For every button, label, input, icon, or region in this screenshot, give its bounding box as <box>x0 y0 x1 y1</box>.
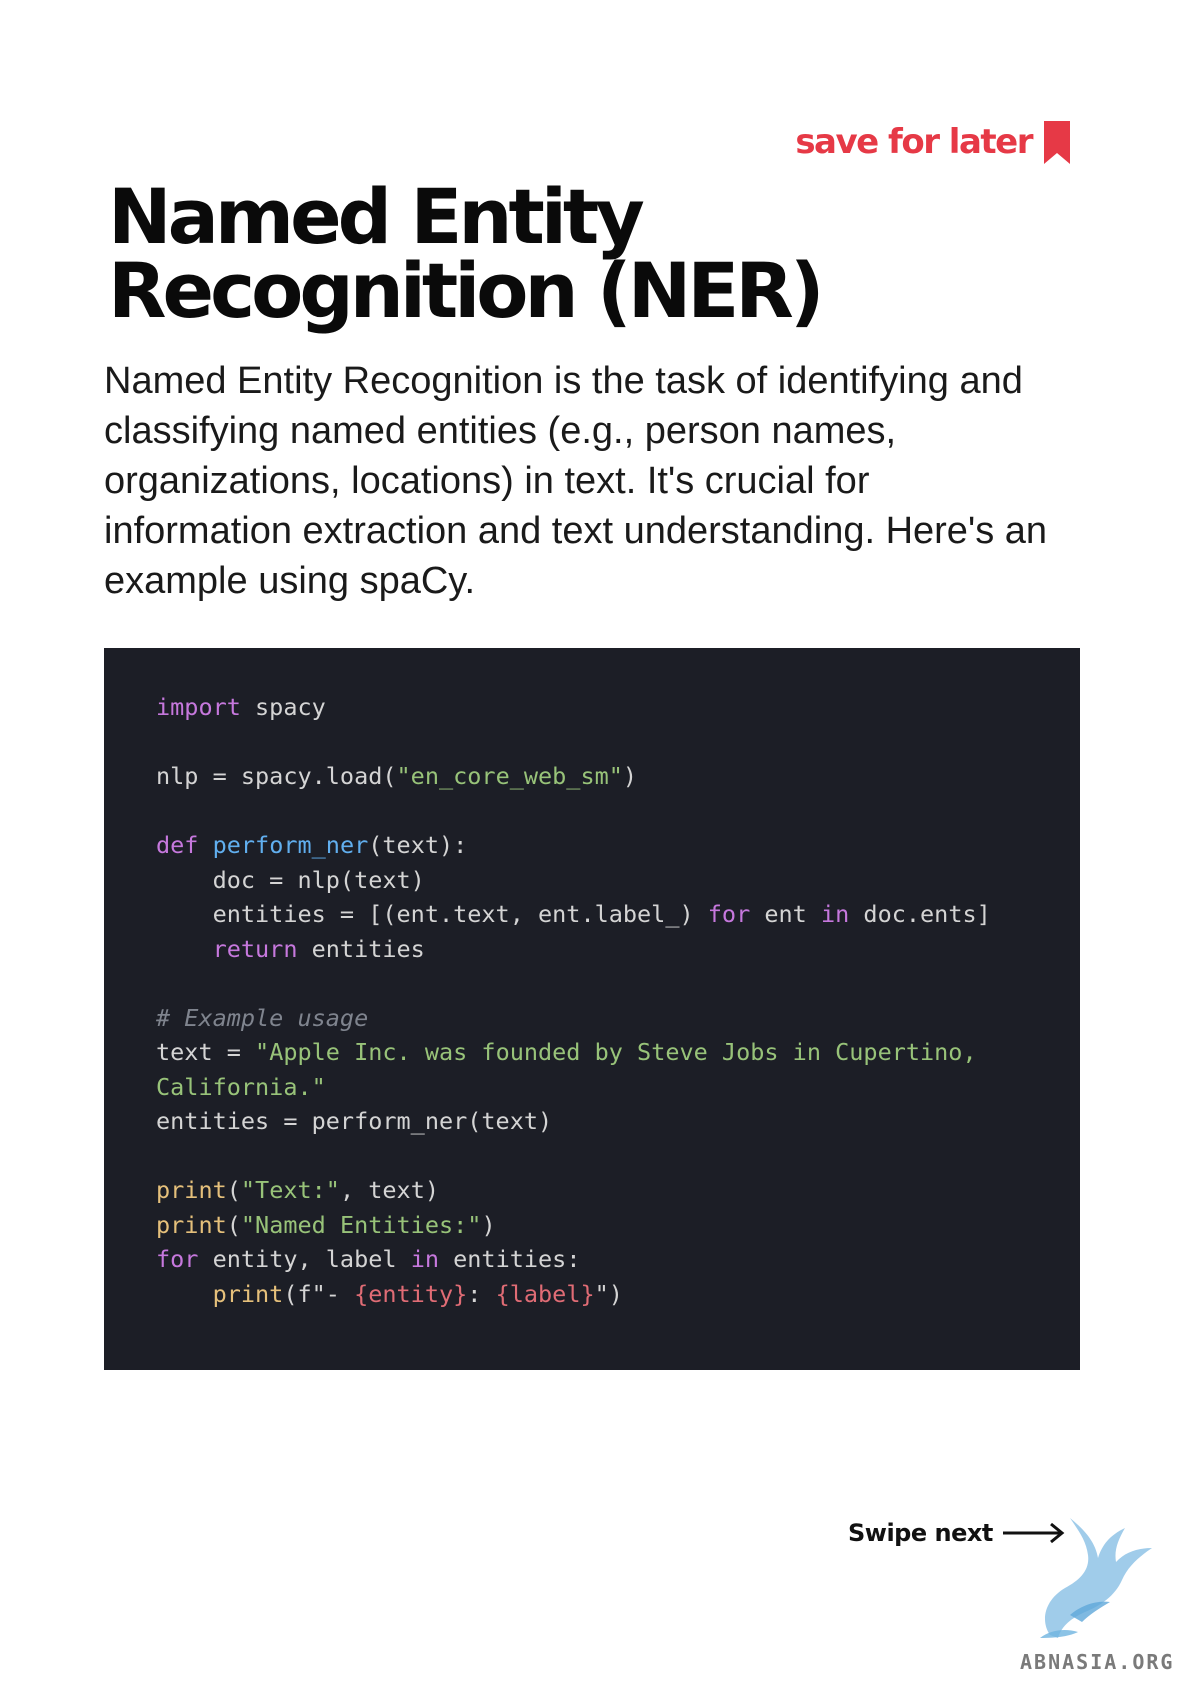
code-line: print("Text:", text) <box>156 1173 1028 1208</box>
code-token: print <box>156 1210 227 1239</box>
code-line: def perform_ner(text): <box>156 828 1028 863</box>
code-line: entities = [(ent.text, ent.label_) for e… <box>156 897 1028 932</box>
code-token: (f"- <box>283 1279 355 1308</box>
code-token: def <box>156 831 199 859</box>
code-token: entities <box>297 934 425 963</box>
code-token: {label} <box>495 1279 595 1308</box>
code-token: ) <box>481 1210 496 1239</box>
code-token: , text) <box>339 1176 439 1204</box>
code-token: in <box>820 900 850 928</box>
code-token: text = <box>156 1038 256 1066</box>
code-token: for <box>707 900 751 928</box>
code-token: entities = perform_ner(text) <box>156 1107 553 1135</box>
code-token: perform_ner <box>212 831 369 859</box>
watermark-text: ABNASIA.ORG <box>1020 1650 1175 1674</box>
intro-paragraph: Named Entity Recognition is the task of … <box>104 360 1048 602</box>
code-token: in <box>410 1245 439 1273</box>
code-token: California." <box>156 1072 326 1101</box>
code-line: import spacy <box>156 690 1028 725</box>
dragon-logo-icon <box>1040 1518 1152 1638</box>
save-for-later[interactable]: save for later <box>795 118 1072 165</box>
code-line: print("Named Entities:") <box>156 1208 1028 1243</box>
code-line: doc = nlp(text) <box>156 863 1028 898</box>
code-token: for <box>156 1245 199 1273</box>
code-token: # Example usage <box>156 1003 369 1032</box>
code-token: "en_core_web_sm" <box>396 762 623 790</box>
code-token: nlp = spacy.load( <box>156 762 397 790</box>
code-token: entity, label <box>198 1245 411 1273</box>
code-line: for entity, label in entities: <box>156 1242 1028 1277</box>
code-token: entities = [(ent.text, ent.label_) <box>156 900 708 928</box>
code-token: ent <box>750 900 821 928</box>
code-content: import spacy nlp = spacy.load("en_core_w… <box>156 690 1028 1311</box>
code-token: spacy <box>240 693 326 721</box>
code-token: (text): <box>368 831 468 859</box>
code-block: import spacy nlp = spacy.load("en_core_w… <box>104 648 1080 1370</box>
code-line: entities = perform_ner(text) <box>156 1104 1028 1139</box>
page-title: Named Entity Recognition (NER) <box>108 172 825 335</box>
save-for-later-label: save for later <box>795 121 1033 162</box>
code-token: doc = nlp(text) <box>156 865 425 894</box>
code-token: {entity} <box>354 1279 468 1308</box>
code-token: ") <box>594 1279 623 1308</box>
code-line: nlp = spacy.load("en_core_web_sm") <box>156 759 1028 794</box>
code-line: return entities <box>156 932 1028 967</box>
code-line: print(f"- {entity}: {label}") <box>156 1277 1028 1312</box>
code-token: entities: <box>438 1245 581 1273</box>
code-line: # Example usage <box>156 1001 1028 1036</box>
code-token: doc.ents] <box>849 900 991 928</box>
code-token: print <box>156 1176 227 1204</box>
code-line: California." <box>156 1070 1028 1105</box>
code-token: return <box>212 934 298 963</box>
swipe-next-label: Swipe next <box>848 1519 993 1547</box>
code-token: "Named Entities:" <box>240 1210 482 1239</box>
code-token: import <box>156 693 241 721</box>
code-token: "Text:" <box>240 1176 340 1204</box>
code-token: "Apple Inc. was founded by Steve Jobs in… <box>255 1038 977 1066</box>
code-token: ( <box>226 1210 241 1239</box>
bookmark-icon <box>1044 121 1070 164</box>
code-token: ( <box>226 1176 241 1204</box>
code-token: ) <box>622 762 638 790</box>
code-token: : <box>467 1279 496 1308</box>
code-line: text = "Apple Inc. was founded by Steve … <box>156 1035 1028 1070</box>
code-token: print <box>212 1279 284 1308</box>
